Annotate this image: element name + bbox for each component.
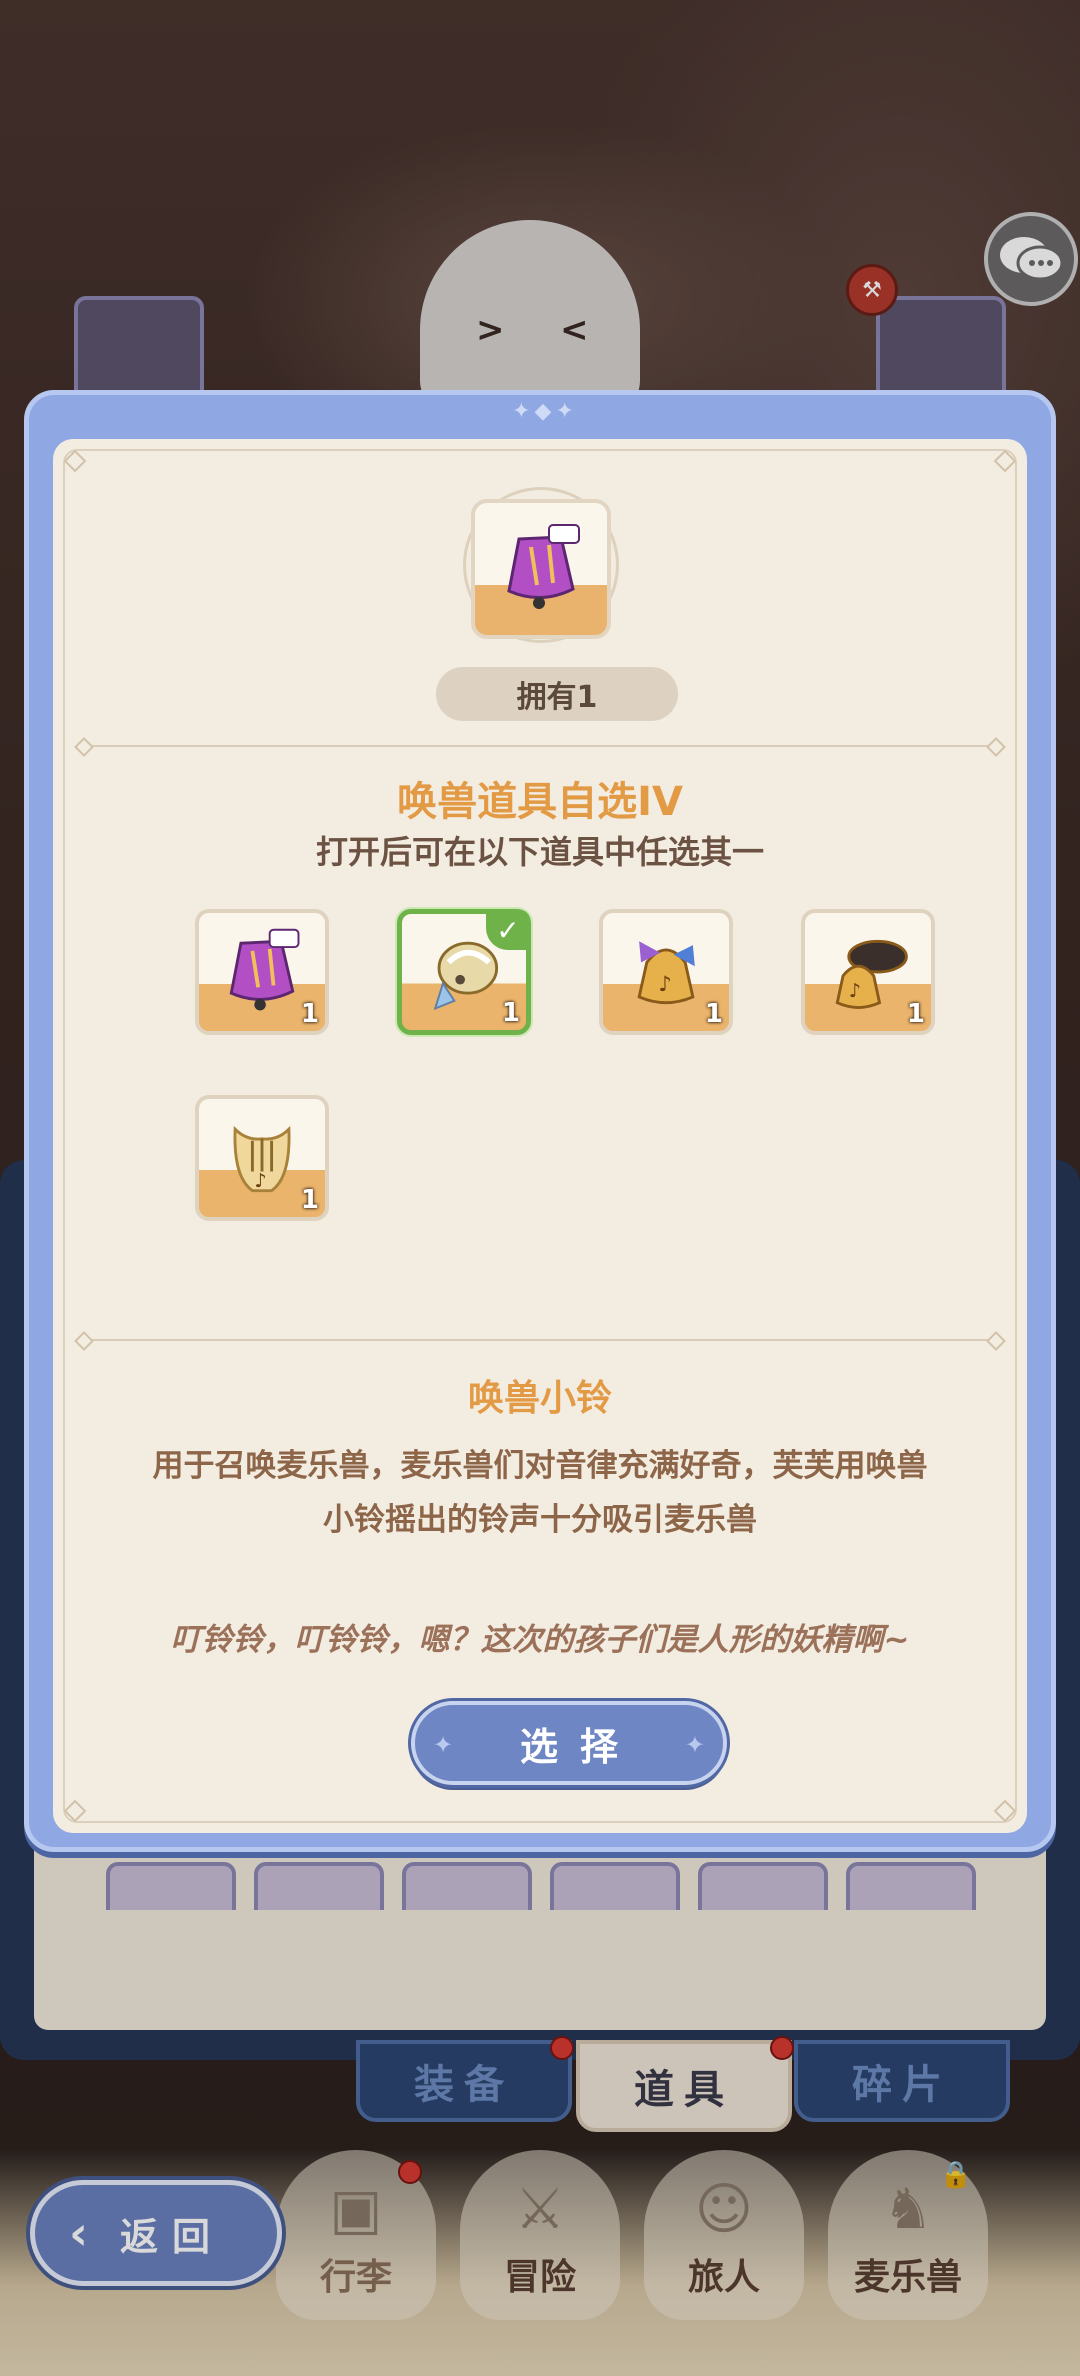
detail-title: 唤兽小铃 [467, 1378, 612, 1419]
detail-line: 小铃摇出的铃声十分吸引麦乐兽 [323, 1502, 757, 1538]
svg-text:♪: ♪ [254, 1169, 266, 1192]
sparkle-icon: ✦ [433, 1731, 454, 1759]
lyre-icon: ♪ [233, 1125, 291, 1193]
sparkle-icon: ✦ [684, 1731, 705, 1759]
hero-item [471, 499, 611, 639]
purple-bell-icon [229, 928, 300, 1011]
select-button-label: 选择 [519, 1724, 640, 1769]
checkmark-icon: ✓ [486, 910, 530, 950]
ribbon-bell-icon: ♪ [637, 941, 695, 1005]
purple-bell-icon [507, 524, 580, 609]
detail-description: 用于召唤麦乐兽，麦乐兽们对音律充满好奇，芙芙用唤兽 小铃摇出的铃声十分吸引麦乐兽 [103, 1439, 977, 1547]
flavor-text: 叮铃铃，叮铃铃，嗯？这次的孩子们是人形的妖精啊~ [170, 1622, 910, 1658]
select-button[interactable]: ✦ 选择 ✦ [411, 1701, 727, 1785]
modal-body: 拥有1 唤兽道具自选IV 打开后可在以下道具中任选其一 1 ✓ 1 ♪ 1 ♪ … [53, 439, 1027, 1833]
item-quantity: 1 [906, 999, 925, 1029]
item-quantity: 1 [501, 998, 520, 1028]
modal-top-ornament: ✦◆✦ [512, 399, 578, 424]
item-quantity: 1 [704, 999, 723, 1029]
choice-item[interactable]: 1 [195, 909, 329, 1035]
drum-bell-icon: ♪ [835, 939, 908, 1009]
section-divider [83, 1339, 997, 1341]
item-quantity: 1 [300, 1185, 319, 1215]
svg-text:♪: ♪ [849, 979, 861, 1002]
svg-text:♪: ♪ [658, 971, 671, 996]
item-subtitle: 打开后可在以下道具中任选其一 [315, 833, 764, 871]
item-title: 唤兽道具自选IV [397, 779, 683, 825]
choice-item[interactable]: ♪ 1 [599, 909, 733, 1035]
choice-item-selected[interactable]: ✓ 1 [397, 909, 531, 1035]
item-quantity: 1 [300, 999, 319, 1029]
section-divider [83, 745, 997, 747]
selection-modal: ✦◆✦ 拥有1 唤兽道具自选IV 打开后可在以下道具中任选其一 1 ✓ 1 ♪ … [24, 390, 1056, 1852]
owned-count-pill: 拥有1 [436, 667, 678, 721]
choice-item[interactable]: ♪ 1 [801, 909, 935, 1035]
detail-line: 用于召唤麦乐兽，麦乐兽们对音律充满好奇，芙芙用唤兽 [152, 1448, 928, 1484]
choice-item[interactable]: ♪ 1 [195, 1095, 329, 1221]
